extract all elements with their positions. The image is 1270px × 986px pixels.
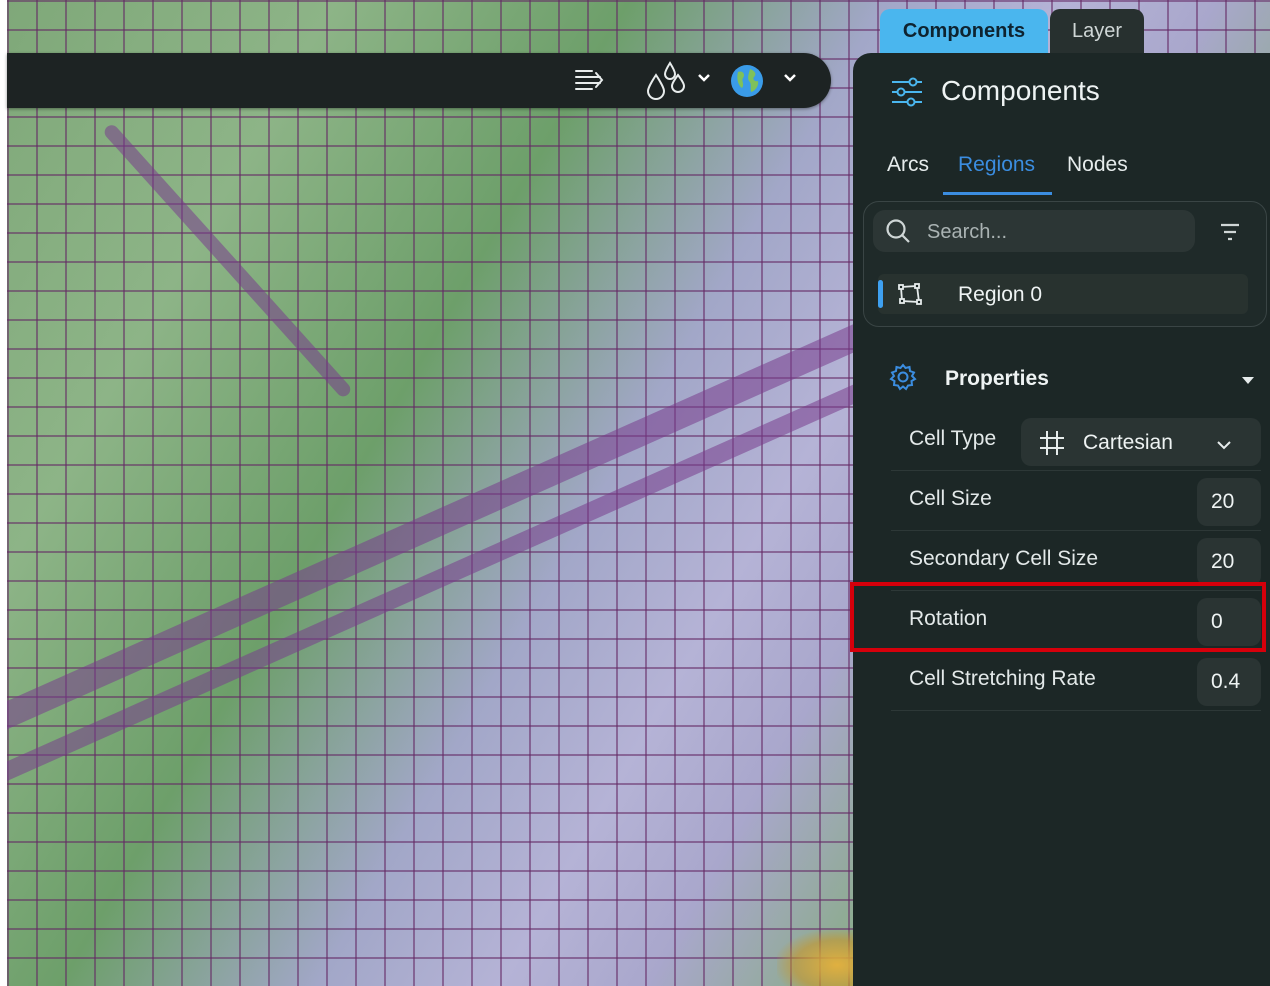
components-panel: Components Arcs Regions Nodes Search... … (853, 53, 1270, 986)
cell-stretching-rate-row: Cell Stretching Rate 0.4 (891, 650, 1261, 711)
search-input[interactable] (925, 210, 1189, 254)
subtab-arcs[interactable]: Arcs (887, 153, 929, 177)
chevron-down-icon[interactable] (783, 71, 797, 90)
selection-indicator (878, 280, 883, 308)
cell-stretching-rate-label: Cell Stretching Rate (909, 667, 1096, 690)
cell-stretching-rate-input[interactable]: 0.4 (1197, 658, 1261, 706)
water-drops-icon[interactable] (643, 61, 687, 100)
polygon-icon (898, 283, 922, 310)
properties-title: Properties (945, 367, 1049, 390)
cell-type-value: Cartesian (1083, 431, 1173, 454)
cell-size-row: Cell Size 20 (891, 470, 1261, 531)
cell-type-label: Cell Type (909, 427, 997, 450)
grid-icon (1039, 430, 1065, 462)
tab-components[interactable]: Components (880, 9, 1048, 53)
region-list: Region 0 (863, 201, 1267, 327)
gear-icon (889, 363, 917, 396)
secondary-cell-size-label: Secondary Cell Size (909, 547, 1099, 570)
chevron-down-icon (1217, 434, 1231, 458)
sliders-icon (891, 77, 923, 112)
map-toolbar (7, 53, 831, 108)
map-feature (101, 122, 354, 400)
secondary-cell-size-input[interactable]: 20 (1197, 538, 1261, 586)
map-feature (7, 314, 886, 745)
tab-layer[interactable]: Layer (1050, 9, 1144, 53)
subtab-nodes[interactable]: Nodes (1067, 153, 1128, 177)
cell-size-label: Cell Size (909, 487, 992, 510)
chevron-down-icon[interactable] (697, 71, 711, 90)
cell-size-input[interactable]: 20 (1197, 478, 1261, 526)
panel-title: Components (941, 75, 1100, 106)
subtab-regions[interactable]: Regions (958, 153, 1035, 177)
cell-type-row: Cell Type Cartesian (891, 410, 1261, 471)
map-feature (7, 374, 885, 798)
caret-down-icon[interactable] (1241, 373, 1255, 391)
search-box (873, 210, 1195, 254)
region-label: Region 0 (958, 283, 1043, 306)
filter-icon[interactable] (1220, 223, 1240, 246)
cell-type-select[interactable]: Cartesian (1021, 418, 1261, 466)
search-icon (885, 218, 911, 249)
globe-icon[interactable] (729, 63, 765, 99)
subtab-indicator (943, 192, 1052, 195)
highlight-box (850, 582, 1266, 652)
wind-icon[interactable] (573, 63, 609, 99)
properties-header[interactable]: Properties (889, 361, 1259, 397)
list-item[interactable]: Region 0 (878, 274, 1248, 314)
